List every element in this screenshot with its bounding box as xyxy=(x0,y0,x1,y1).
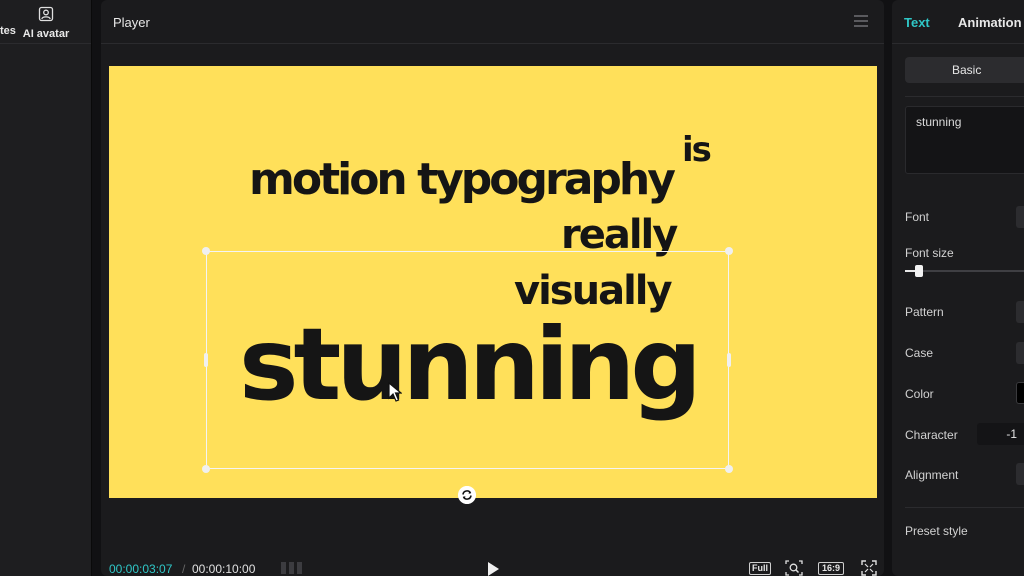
font-size-slider-handle[interactable] xyxy=(915,265,923,277)
cursor-icon xyxy=(388,382,402,402)
tab-ai-avatar-label: AI avatar xyxy=(22,28,70,40)
player-header: Player xyxy=(101,0,884,44)
font-select[interactable] xyxy=(1016,206,1024,228)
video-canvas[interactable]: motion typography is really visually stu… xyxy=(109,66,877,498)
font-size-label: Font size xyxy=(905,246,954,260)
player-title: Player xyxy=(113,15,150,30)
resize-handle-bottom-right[interactable] xyxy=(725,465,733,473)
character-spacing-input[interactable]: -1 xyxy=(977,423,1024,445)
current-time: 00:00:03:07 xyxy=(109,562,173,576)
aspect-ratio-button[interactable]: 16:9 xyxy=(818,562,844,575)
basic-segment[interactable]: Basic xyxy=(905,57,1024,83)
text-is[interactable]: is xyxy=(682,130,712,170)
color-label: Color xyxy=(905,387,934,401)
text-content-input[interactable]: stunning xyxy=(905,106,1024,174)
divider xyxy=(905,96,1024,97)
grid-icon[interactable] xyxy=(281,562,303,574)
font-label: Font xyxy=(905,210,930,224)
left-panel: tes AI avatar xyxy=(0,0,92,576)
menu-icon[interactable] xyxy=(854,15,868,27)
fullscreen-icon[interactable] xyxy=(861,560,877,576)
tab-animation[interactable]: Animation xyxy=(958,15,1022,30)
full-button[interactable]: Full xyxy=(749,562,771,575)
time-separator: / xyxy=(182,562,186,576)
color-swatch[interactable] xyxy=(1016,382,1024,404)
resize-handle-bottom-left[interactable] xyxy=(202,465,210,473)
player-controls: 00:00:03:07 / 00:00:10:00 Full 16:9 xyxy=(109,556,879,576)
tab-ai-avatar[interactable]: AI avatar xyxy=(22,6,70,42)
avatar-icon xyxy=(38,6,54,22)
left-tabs: tes AI avatar xyxy=(0,0,91,44)
player-panel: Player motion typography is really visua… xyxy=(101,0,884,576)
properties-tabs: Text Animation xyxy=(892,0,1024,44)
tab-text[interactable]: Text xyxy=(904,15,930,30)
alignment-select[interactable] xyxy=(1016,463,1024,485)
pattern-select[interactable] xyxy=(1016,301,1024,323)
total-time: 00:00:10:00 xyxy=(192,562,256,576)
pattern-label: Pattern xyxy=(905,305,944,319)
rotate-icon[interactable] xyxy=(458,486,476,504)
text-motion-typography[interactable]: motion typography xyxy=(249,154,676,205)
resize-handle-top-right[interactable] xyxy=(725,247,733,255)
divider xyxy=(905,507,1024,508)
resize-handle-left[interactable] xyxy=(204,353,208,367)
case-label: Case xyxy=(905,346,934,360)
selection-box[interactable] xyxy=(202,247,733,473)
zoom-icon[interactable] xyxy=(785,560,803,576)
properties-panel: Text Animation Basic stunning Font Font … xyxy=(892,0,1024,576)
character-label: Character xyxy=(905,428,958,442)
case-select[interactable] xyxy=(1016,342,1024,364)
tab-templates[interactable]: tes xyxy=(0,25,16,37)
resize-handle-right[interactable] xyxy=(727,353,731,367)
resize-handle-top-left[interactable] xyxy=(202,247,210,255)
preset-style-label[interactable]: Preset style xyxy=(905,524,968,538)
alignment-label: Alignment xyxy=(905,468,959,482)
play-icon[interactable] xyxy=(487,562,499,576)
